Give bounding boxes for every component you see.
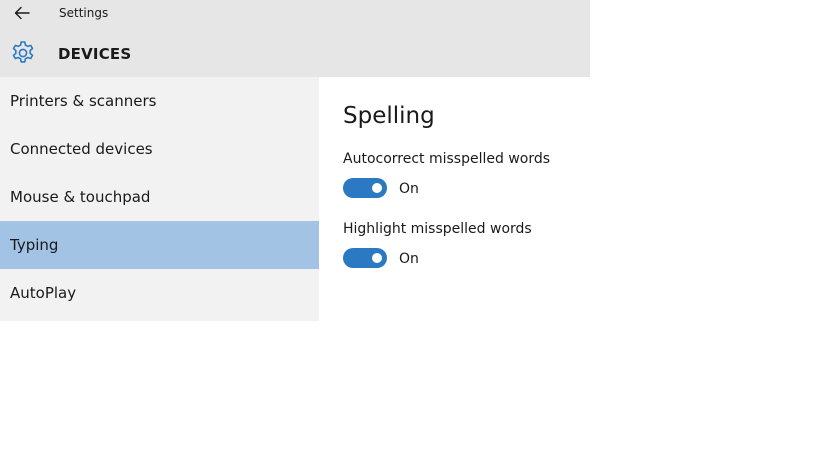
- sidebar-item-label: AutoPlay: [10, 284, 77, 302]
- category-title: DEVICES: [58, 45, 132, 63]
- sidebar-item-connected-devices[interactable]: Connected devices: [0, 125, 319, 173]
- autocorrect-state: On: [399, 181, 419, 197]
- sidebar-item-autoplay[interactable]: AutoPlay: [0, 269, 319, 317]
- sidebar-nav: Printers & scanners Connected devices Mo…: [0, 77, 319, 321]
- section-title: Spelling: [343, 103, 435, 129]
- autocorrect-label: Autocorrect misspelled words: [343, 151, 551, 167]
- autocorrect-toggle[interactable]: [343, 178, 387, 198]
- sidebar-item-typing[interactable]: Typing: [0, 221, 319, 269]
- window-title: Settings: [59, 6, 109, 20]
- sidebar-item-mouse-touchpad[interactable]: Mouse & touchpad: [0, 173, 319, 221]
- header-bar: Settings DEVICES: [0, 0, 590, 77]
- sidebar-item-label: Printers & scanners: [10, 92, 157, 110]
- sidebar-item-label: Typing: [10, 236, 59, 254]
- gear-icon: [12, 41, 34, 63]
- sidebar-item-label: Mouse & touchpad: [10, 188, 151, 206]
- arrow-left-icon: [14, 6, 30, 20]
- highlight-toggle[interactable]: [343, 248, 387, 268]
- sidebar-item-label: Connected devices: [10, 140, 153, 158]
- settings-window: Settings DEVICES Printers & scanners Con…: [0, 0, 819, 460]
- toggle-knob: [372, 183, 382, 193]
- toggle-knob: [372, 253, 382, 263]
- sidebar-item-printers-scanners[interactable]: Printers & scanners: [0, 77, 319, 125]
- highlight-label: Highlight misspelled words: [343, 221, 532, 237]
- highlight-state: On: [399, 251, 419, 267]
- back-button[interactable]: [8, 1, 36, 25]
